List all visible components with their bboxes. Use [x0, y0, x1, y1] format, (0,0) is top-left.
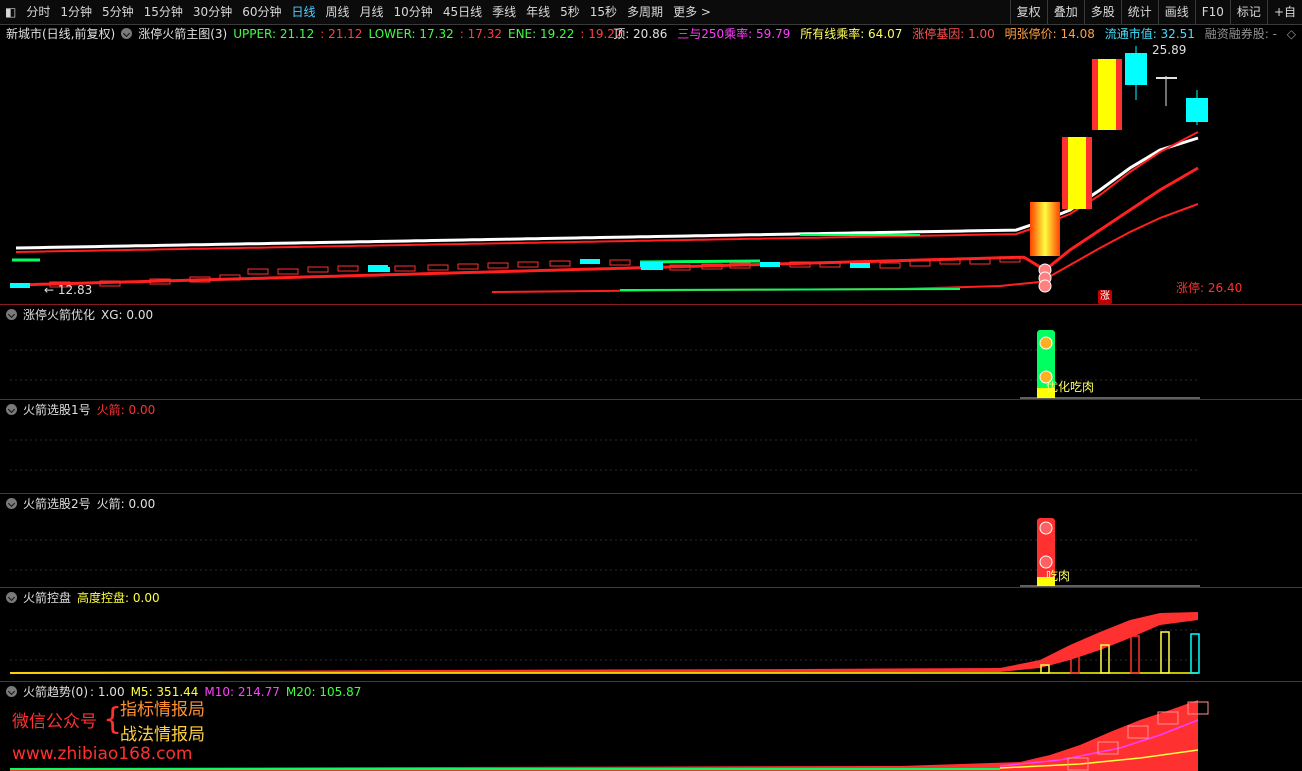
control-bar — [1160, 631, 1170, 674]
ene-line — [15, 131, 1199, 253]
candle-down — [368, 267, 390, 272]
kline-chart-canvas[interactable] — [0, 0, 1302, 771]
watermark-wechat: 微信公众号 — [12, 712, 97, 732]
candle-up — [517, 261, 539, 268]
signal-ball-icon — [1038, 279, 1052, 293]
watermark-line1: 指标情报局 — [120, 700, 205, 720]
low-price-label: ← 12.83 — [44, 283, 93, 297]
candle-down — [760, 262, 780, 267]
candle-down — [10, 283, 30, 288]
high-price-label: 25.89 — [1152, 43, 1187, 57]
up-arrow-icon — [1039, 336, 1053, 350]
candle-up — [879, 262, 901, 269]
control-bar — [1100, 644, 1110, 674]
lower-band-line — [491, 203, 1199, 293]
candle-down — [1125, 53, 1147, 85]
middle-band-green-segment — [639, 259, 761, 264]
middle-band-line — [15, 166, 1199, 287]
lower-band-green-segment — [619, 288, 961, 291]
candle-up — [277, 268, 299, 275]
candle-down — [580, 259, 600, 264]
control-area — [10, 612, 1198, 674]
control-bar — [1130, 635, 1140, 674]
candle-down — [1186, 98, 1208, 122]
candle-up — [394, 265, 416, 272]
control-bar — [1190, 633, 1200, 674]
candle-down — [850, 263, 870, 268]
panel4-signal-label: 吃肉 — [1046, 569, 1071, 583]
candle-up — [457, 263, 479, 270]
candle-down — [641, 262, 663, 270]
limit-up-candle-core — [1068, 137, 1086, 209]
limit-up-candle — [1030, 202, 1060, 256]
candle-up — [609, 259, 631, 266]
watermark-line2: 战法情报局 — [120, 725, 205, 745]
candle-up — [549, 260, 571, 267]
limit-up-candle-core — [1098, 59, 1116, 130]
candle-up — [487, 262, 509, 269]
watermark-url: www.zhibiao168.com — [12, 744, 193, 764]
candle-up — [337, 265, 359, 272]
panel2-signal-label: 优化吃肉 — [1046, 380, 1095, 394]
candle-up — [427, 264, 449, 271]
signal-ball-icon — [1039, 521, 1053, 535]
limit-up-price-label: 涨停: 26.40 — [1176, 281, 1243, 295]
candle-up — [247, 268, 269, 275]
limit-up-badge: 涨 — [1098, 290, 1112, 304]
candle-up — [307, 266, 329, 273]
